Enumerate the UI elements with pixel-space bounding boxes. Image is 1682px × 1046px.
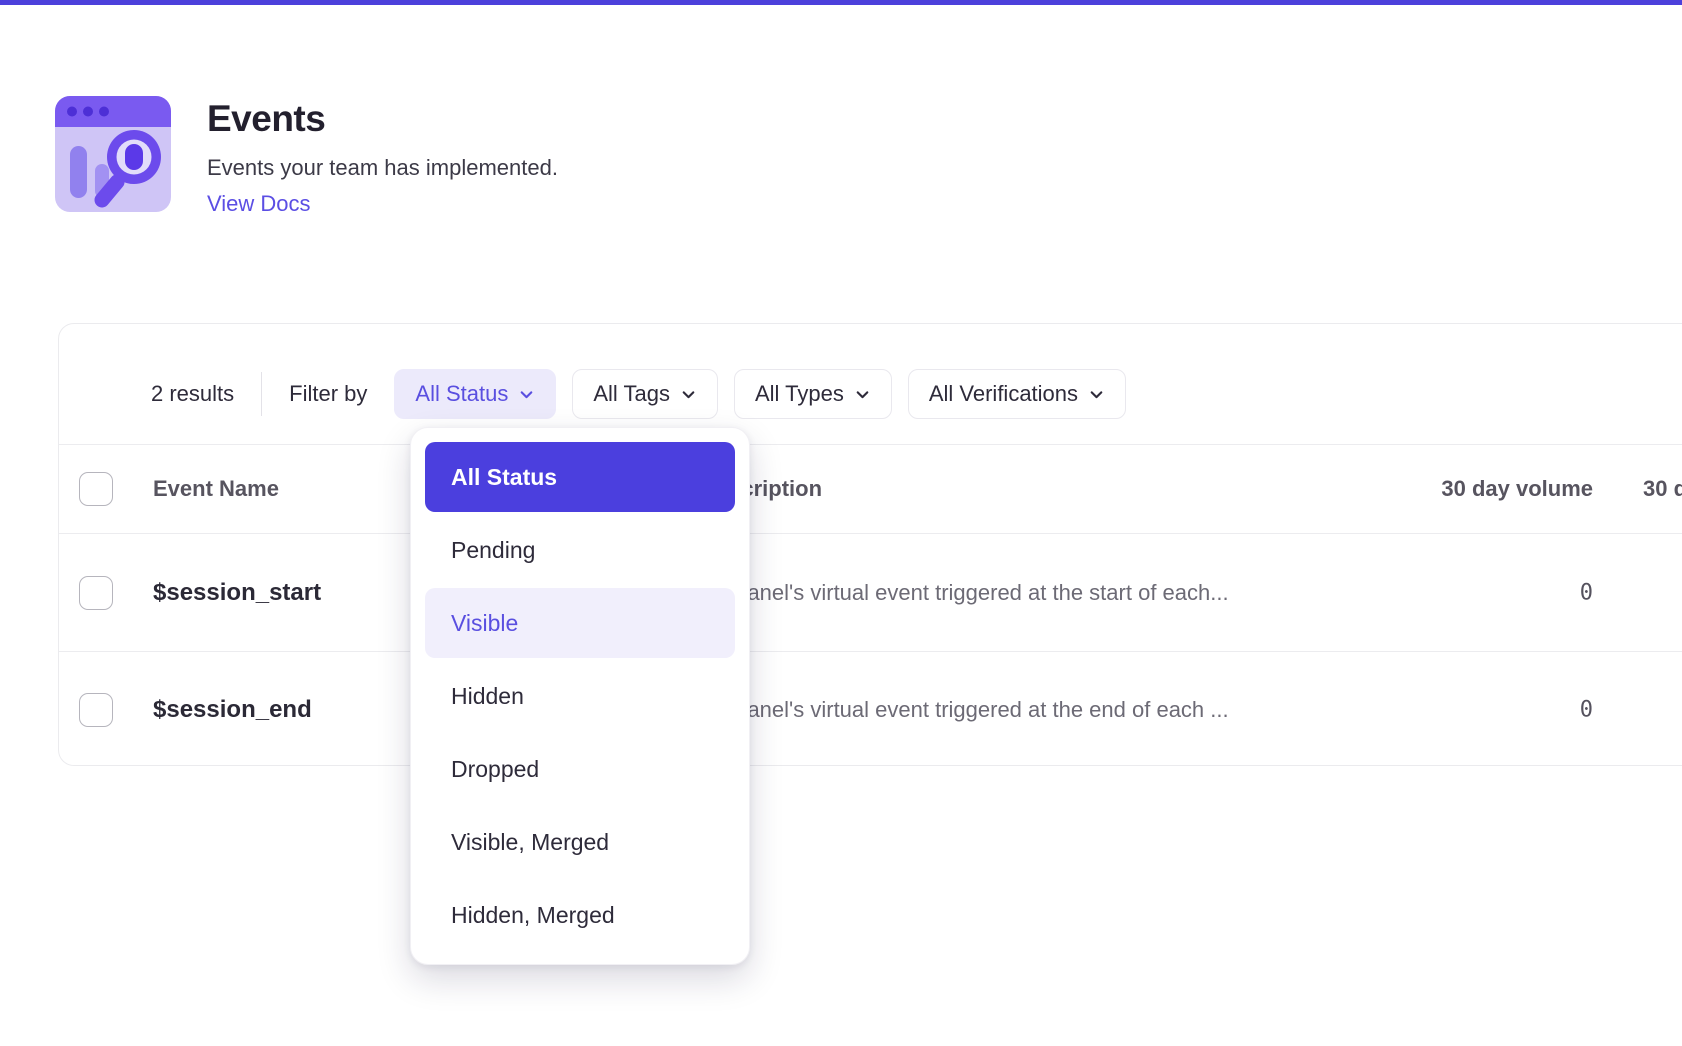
page-subtitle: Events your team has implemented. [207, 155, 558, 181]
column-header-30-day-volume: 30 day volume [1299, 476, 1593, 502]
event-description-cell: Mixpanel's virtual event triggered at th… [701, 580, 1229, 606]
top-accent-bar [0, 0, 1682, 5]
select-all-checkbox[interactable] [79, 472, 113, 506]
menu-item-all-status[interactable]: All Status [425, 442, 735, 512]
event-name-cell: $session_end [153, 696, 312, 724]
events-table-card: 2 results Filter by All Status All Tags … [58, 323, 1682, 766]
table-header-row: Event Name Description 30 day volume 30 … [59, 444, 1682, 534]
chevron-down-icon [680, 386, 697, 403]
column-header-clipped: 30 d [1643, 476, 1682, 502]
chevron-down-icon [518, 386, 535, 403]
filter-toolbar: 2 results Filter by All Status All Tags … [59, 352, 1682, 436]
menu-item-visible[interactable]: Visible [425, 588, 735, 658]
filter-tags-label: All Tags [593, 381, 670, 407]
menu-item-hidden[interactable]: Hidden [425, 661, 735, 731]
filter-status-dropdown-button[interactable]: All Status [394, 369, 556, 419]
table-row[interactable]: $session_end Mixpanel's virtual event tr… [59, 651, 1682, 768]
menu-item-hidden-merged[interactable]: Hidden, Merged [425, 880, 735, 950]
menu-item-dropped[interactable]: Dropped [425, 734, 735, 804]
filter-tags-dropdown-button[interactable]: All Tags [572, 369, 718, 419]
menu-item-visible-merged[interactable]: Visible, Merged [425, 807, 735, 877]
filter-types-label: All Types [755, 381, 844, 407]
filter-verifications-dropdown-button[interactable]: All Verifications [908, 369, 1126, 419]
filter-status-label: All Status [415, 381, 508, 407]
chevron-down-icon [854, 386, 871, 403]
events-browser-chart-icon [55, 96, 171, 212]
event-30-day-volume-cell: 0 [1299, 698, 1593, 723]
event-description-cell: Mixpanel's virtual event triggered at th… [701, 697, 1229, 723]
results-count: 2 results [151, 381, 234, 407]
filter-types-dropdown-button[interactable]: All Types [734, 369, 892, 419]
page-title: Events [207, 98, 558, 140]
row-checkbox[interactable] [79, 576, 113, 610]
menu-item-pending[interactable]: Pending [425, 515, 735, 585]
toolbar-divider [261, 372, 262, 416]
event-name-cell: $session_start [153, 579, 321, 607]
row-checkbox[interactable] [79, 693, 113, 727]
event-30-day-volume-cell: 0 [1299, 580, 1593, 605]
column-header-event-name: Event Name [153, 476, 279, 502]
view-docs-link[interactable]: View Docs [207, 191, 311, 217]
status-filter-menu: All Status Pending Visible Hidden Droppe… [410, 427, 750, 965]
filter-verifications-label: All Verifications [929, 381, 1078, 407]
chevron-down-icon [1088, 386, 1105, 403]
table-row[interactable]: $session_start Mixpanel's virtual event … [59, 534, 1682, 651]
filter-by-label: Filter by [289, 381, 367, 407]
page-header: Events Events your team has implemented.… [55, 96, 558, 217]
